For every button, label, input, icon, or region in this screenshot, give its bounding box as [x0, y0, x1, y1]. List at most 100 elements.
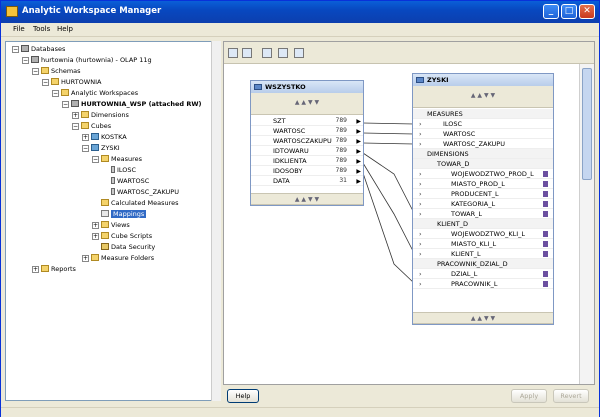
tree-dimensions[interactable]: + Dimensions: [72, 110, 129, 120]
expand-icon[interactable]: +: [92, 233, 99, 240]
menu-file[interactable]: File: [13, 25, 25, 33]
target-cube-header[interactable]: ZYSKI: [413, 74, 553, 86]
target-level[interactable]: › WOJEWODZTWO_PROD_L: [413, 169, 553, 179]
expand-arrow-icon[interactable]: ›: [419, 239, 422, 249]
close-button[interactable]: ✕: [579, 4, 595, 19]
menu-help[interactable]: Help: [57, 25, 73, 33]
source-table-panel[interactable]: WSZYSTKO ▲ ▲ ▼ ▼ SZT 789 ▶ WARTOSC 789 ▶ WARTO…: [250, 80, 364, 206]
collapse-icon[interactable]: −: [52, 90, 59, 97]
expand-icon[interactable]: +: [72, 112, 79, 119]
target-level[interactable]: › DZIAL_L: [413, 269, 553, 279]
tree-scrollbar[interactable]: [211, 41, 221, 401]
expand-arrow-icon[interactable]: ›: [419, 179, 422, 189]
collapse-icon[interactable]: −: [62, 101, 69, 108]
schema-view-icon[interactable]: [278, 48, 288, 58]
connector-arrow-icon[interactable]: ▶: [356, 177, 361, 187]
source-column[interactable]: SZT 789 ▶: [251, 116, 363, 126]
join-icon[interactable]: [294, 48, 304, 58]
expand-arrow-icon[interactable]: ›: [419, 229, 422, 239]
target-level[interactable]: › WOJEWODZTWO_KLI_L: [413, 229, 553, 239]
target-level[interactable]: › KATEGORIA_L: [413, 199, 553, 209]
source-column[interactable]: IDOSOBY 789 ▶: [251, 166, 363, 176]
tree-cube-scripts[interactable]: + Cube Scripts: [92, 231, 152, 241]
menu-tools[interactable]: Tools: [33, 25, 50, 33]
tree-data-security[interactable]: Data Security: [101, 242, 155, 252]
tree-measure-ilosc[interactable]: ILOSC: [111, 165, 136, 175]
expand-icon[interactable]: +: [82, 134, 89, 141]
expand-icon[interactable]: +: [32, 266, 39, 273]
tree-measure-folders[interactable]: + Measure Folders: [82, 253, 154, 263]
maximize-button[interactable]: □: [561, 4, 577, 19]
tree-schemas[interactable]: − Schemas: [32, 66, 81, 76]
tree-measures[interactable]: − Measures: [92, 154, 142, 164]
source-column[interactable]: DATA 31 ▶: [251, 176, 363, 186]
tree-cube-kostka[interactable]: + KOSTKA: [82, 132, 127, 142]
collapse-icon[interactable]: −: [12, 46, 19, 53]
tree-measure-wartosc[interactable]: WARTOSC: [111, 176, 149, 186]
target-nav-bottom[interactable]: ▲ ▲ ▼ ▼: [413, 312, 553, 324]
expand-arrow-icon[interactable]: ›: [419, 129, 422, 139]
minimize-button[interactable]: _: [543, 4, 559, 19]
revert-button[interactable]: Revert: [553, 389, 589, 403]
source-column[interactable]: IDKLIENTA 789 ▶: [251, 156, 363, 166]
collapse-icon[interactable]: −: [72, 123, 79, 130]
expand-icon[interactable]: +: [92, 222, 99, 229]
collapse-icon[interactable]: −: [32, 68, 39, 75]
source-column[interactable]: IDTOWARU 789 ▶: [251, 146, 363, 156]
scrollbar-thumb[interactable]: [582, 68, 592, 180]
measures-group[interactable]: MEASURES: [413, 109, 553, 119]
source-column[interactable]: WARTOSCZAKUPU 789 ▶: [251, 136, 363, 146]
target-level[interactable]: › TOWAR_L: [413, 209, 553, 219]
expand-arrow-icon[interactable]: ›: [419, 279, 422, 289]
target-dimension[interactable]: KLIENT_D: [413, 219, 553, 229]
tree-views[interactable]: + Views: [92, 220, 130, 230]
target-measure[interactable]: › ILOSC: [413, 119, 553, 129]
target-level[interactable]: › MIASTO_PROD_L: [413, 179, 553, 189]
target-dimension[interactable]: PRACOWNIK_DZIAL_D: [413, 259, 553, 269]
source-nav-bottom[interactable]: ▲ ▲ ▼ ▼: [251, 193, 363, 205]
help-button[interactable]: Help: [227, 389, 259, 403]
collapse-icon[interactable]: −: [42, 79, 49, 86]
expand-arrow-icon[interactable]: ›: [419, 199, 422, 209]
tree-cube-zyski[interactable]: − ZYSKI: [82, 143, 120, 153]
target-measure[interactable]: › WARTOSC_ZAKUPU: [413, 139, 553, 149]
collapse-icon[interactable]: −: [92, 156, 99, 163]
tree-analytic-workspaces[interactable]: − Analytic Workspaces: [52, 88, 138, 98]
expand-icon[interactable]: +: [82, 255, 89, 262]
expand-arrow-icon[interactable]: ›: [419, 249, 422, 259]
tree-cubes[interactable]: − Cubes: [72, 121, 111, 131]
tree-mappings[interactable]: Mappings: [101, 209, 147, 219]
expand-arrow-icon[interactable]: ›: [419, 169, 422, 179]
tree-schema-hurtownia[interactable]: − HURTOWNIA: [42, 77, 101, 87]
grid-view-icon[interactable]: [262, 48, 272, 58]
tree-connection[interactable]: − hurtownia (hurtownia) - OLAP 11g: [22, 55, 152, 65]
dimensions-group[interactable]: DIMENSIONS: [413, 149, 553, 159]
expand-arrow-icon[interactable]: ›: [419, 139, 422, 149]
expand-arrow-icon[interactable]: ›: [419, 269, 422, 279]
expand-arrow-icon[interactable]: ›: [419, 119, 422, 129]
target-measure[interactable]: › WARTOSC: [413, 129, 553, 139]
expand-arrow-icon[interactable]: ›: [419, 209, 422, 219]
tree-calculated-measures[interactable]: Calculated Measures: [101, 198, 179, 208]
target-level[interactable]: › MIASTO_KLI_L: [413, 239, 553, 249]
tree-workspace[interactable]: − HURTOWNIA_WSP (attached RW): [62, 99, 202, 109]
table-view-icon[interactable]: [242, 48, 252, 58]
source-column[interactable]: WARTOSC 789 ▶: [251, 126, 363, 136]
source-table-header[interactable]: WSZYSTKO: [251, 81, 363, 93]
tree-reports[interactable]: + Reports: [32, 264, 76, 274]
target-dimension[interactable]: TOWAR_D: [413, 159, 553, 169]
target-level[interactable]: › PRODUCENT_L: [413, 189, 553, 199]
collapse-icon[interactable]: −: [22, 57, 29, 64]
expand-arrow-icon[interactable]: ›: [419, 189, 422, 199]
apply-button[interactable]: Apply: [511, 389, 547, 403]
collapse-icon[interactable]: −: [82, 145, 89, 152]
target-level[interactable]: › KLIENT_L: [413, 249, 553, 259]
source-nav-bar[interactable]: ▲ ▲ ▼ ▼: [251, 93, 363, 115]
target-level[interactable]: › PRACOWNIK_L: [413, 279, 553, 289]
canvas-scrollbar[interactable]: [579, 64, 594, 384]
tree-measure-wartosc-zakupu[interactable]: WARTOSC_ZAKUPU: [111, 187, 179, 197]
auto-layout-icon[interactable]: [228, 48, 238, 58]
target-cube-panel[interactable]: ZYSKI ▲ ▲ ▼ ▼ MEASURES › ILOSC › WARTOSC › WAR…: [412, 73, 554, 325]
target-nav-bar[interactable]: ▲ ▲ ▼ ▼: [413, 86, 553, 108]
tree-databases[interactable]: − Databases: [12, 44, 65, 54]
